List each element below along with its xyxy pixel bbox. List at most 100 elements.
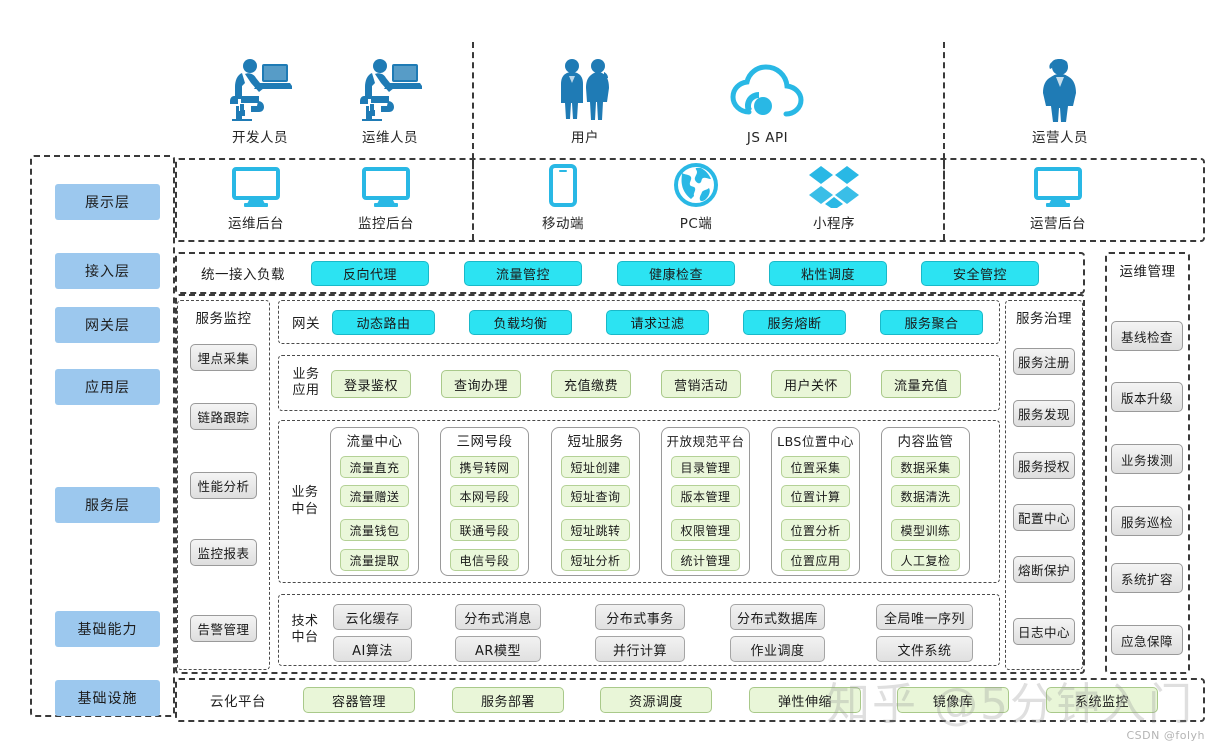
layer-chip-service: 服务层 xyxy=(55,487,160,523)
item-label: 业务拨测 xyxy=(1120,452,1173,468)
csdn-watermark: CSDN @folyh xyxy=(1126,729,1205,742)
ops-management-item[interactable]: 服务巡检 xyxy=(1111,506,1183,536)
cloud-platform-item-elastic-scaling[interactable]: 弹性伸缩 xyxy=(749,687,861,713)
cloud-platform-item-container[interactable]: 容器管理 xyxy=(303,687,415,713)
layer-chip-access: 接入层 xyxy=(55,253,160,289)
service-governance-item[interactable]: 服务发现 xyxy=(1013,400,1075,427)
actor-label: 用户 xyxy=(571,130,599,146)
cloud-platform-item-resource-schedule[interactable]: 资源调度 xyxy=(600,687,712,713)
service-governance-item[interactable]: 熔断保护 xyxy=(1013,556,1075,583)
cloud-platform-item-deploy[interactable]: 服务部署 xyxy=(452,687,564,713)
service-governance-item[interactable]: 日志中心 xyxy=(1013,618,1075,645)
presentation-item-label: 小程序 xyxy=(813,216,855,232)
access-layer-title-text: 统一接入负载 xyxy=(201,267,285,283)
ops-management-item[interactable]: 应急保障 xyxy=(1111,625,1183,655)
access-item-health-check[interactable]: 健康检查 xyxy=(617,261,735,286)
presentation-item-mobile[interactable]: 移动端 xyxy=(522,164,604,232)
ops-management-item[interactable]: 基线检查 xyxy=(1111,321,1183,351)
globe-icon xyxy=(673,162,719,208)
presentation-item-label: 运维后台 xyxy=(228,216,284,232)
access-item-label: 安全管控 xyxy=(952,268,1007,283)
access-item-reverse-proxy[interactable]: 反向代理 xyxy=(311,261,429,286)
cloud-api-icon xyxy=(729,64,807,126)
developer-at-desk-icon xyxy=(228,56,292,122)
item-label: 弹性伸缩 xyxy=(777,694,832,710)
service-governance-item[interactable]: 服务注册 xyxy=(1013,348,1075,375)
item-label: 日志中心 xyxy=(1017,625,1070,640)
service-governance-title: 服务治理 xyxy=(1005,306,1083,328)
monitor-icon xyxy=(361,166,411,208)
monitor-icon xyxy=(231,166,281,208)
presentation-item-pc[interactable]: PC端 xyxy=(655,163,737,232)
item-label: 服务注册 xyxy=(1017,355,1070,370)
access-item-security-control[interactable]: 安全管控 xyxy=(921,261,1039,286)
actor-user: 用户 xyxy=(540,48,630,146)
cloud-platform-title: 云化平台 xyxy=(188,678,288,722)
layer-label: 网关层 xyxy=(85,318,130,334)
presentation-item-label: 监控后台 xyxy=(358,216,414,232)
cloud-platform-item-system-monitor[interactable]: 系统监控 xyxy=(1046,687,1158,713)
two-people-icon xyxy=(555,56,615,122)
access-item-label: 反向代理 xyxy=(342,268,397,283)
actor-label: 运维人员 xyxy=(362,130,418,146)
access-item-sticky-scheduling[interactable]: 粘性调度 xyxy=(769,261,887,286)
item-label: 镜像库 xyxy=(932,694,974,710)
presentation-item-mini-program[interactable]: 小程序 xyxy=(793,166,875,232)
ops-management-item[interactable]: 业务拨测 xyxy=(1111,444,1183,474)
presentation-item-label: 移动端 xyxy=(542,216,584,232)
presentation-item-monitor-console[interactable]: 监控后台 xyxy=(345,166,427,232)
actor-label: 开发人员 xyxy=(232,130,288,146)
access-item-label: 粘性调度 xyxy=(800,268,855,283)
service-governance-item[interactable]: 服务授权 xyxy=(1013,452,1075,479)
presentation-divider-right xyxy=(943,160,945,240)
presentation-item-operations-console[interactable]: 运营后台 xyxy=(1017,166,1099,232)
item-label: 版本升级 xyxy=(1120,390,1173,406)
layer-label: 基础能力 xyxy=(77,622,138,638)
ops-management-title-text: 运维管理 xyxy=(1119,264,1176,280)
item-label: 应急保障 xyxy=(1120,633,1173,649)
architecture-diagram: 展示层 接入层 网关层 应用层 服务层 基础能力 基础设施 开发人员 运维人员 … xyxy=(0,0,1215,746)
item-label: 系统监控 xyxy=(1074,694,1129,710)
layer-chip-capability: 基础能力 xyxy=(55,611,160,647)
layer-chip-gateway: 网关层 xyxy=(55,307,160,343)
item-label: 服务发现 xyxy=(1017,407,1070,422)
layer-chip-application: 应用层 xyxy=(55,369,160,405)
businesswoman-icon xyxy=(1034,56,1086,122)
actor-operations-staff: 运营人员 xyxy=(1015,48,1105,146)
service-stack-frame xyxy=(175,294,1085,674)
access-item-traffic-control[interactable]: 流量管控 xyxy=(464,261,582,286)
item-label: 资源调度 xyxy=(628,694,683,710)
actor-label: 运营人员 xyxy=(1032,130,1088,146)
layer-label: 基础设施 xyxy=(77,691,138,707)
layer-label: 服务层 xyxy=(85,498,130,514)
mini-program-diamond-icon xyxy=(807,164,861,208)
ops-management-item[interactable]: 系统扩容 xyxy=(1111,563,1183,593)
item-label: 服务授权 xyxy=(1017,459,1070,474)
layer-chip-infrastructure: 基础设施 xyxy=(55,680,160,716)
item-label: 系统扩容 xyxy=(1120,571,1173,587)
monitor-icon xyxy=(1033,166,1083,208)
service-governance-title-text: 服务治理 xyxy=(1016,311,1072,327)
cloud-platform-item-image-repo[interactable]: 镜像库 xyxy=(897,687,1009,713)
presentation-item-label: 运营后台 xyxy=(1030,216,1086,232)
cloud-platform-title-text: 云化平台 xyxy=(210,694,266,710)
item-label: 容器管理 xyxy=(331,694,386,710)
actor-label: JS API xyxy=(746,130,789,146)
presentation-item-ops-console[interactable]: 运维后台 xyxy=(215,166,297,232)
smartphone-icon xyxy=(548,164,578,208)
presentation-divider-left xyxy=(472,160,474,240)
item-label: 基线检查 xyxy=(1120,329,1173,345)
actor-developer: 开发人员 xyxy=(215,48,305,146)
layer-label: 展示层 xyxy=(85,195,130,211)
item-label: 熔断保护 xyxy=(1017,563,1070,578)
ops-management-item[interactable]: 版本升级 xyxy=(1111,382,1183,412)
item-label: 服务部署 xyxy=(480,694,535,710)
item-label: 配置中心 xyxy=(1017,511,1070,526)
ops-management-title: 运维管理 xyxy=(1105,259,1190,281)
access-layer-title: 统一接入负载 xyxy=(188,252,298,294)
layer-label: 应用层 xyxy=(85,380,130,396)
actor-ops-staff: 运维人员 xyxy=(345,48,435,146)
service-governance-item[interactable]: 配置中心 xyxy=(1013,504,1075,531)
actor-js-api: JS API xyxy=(720,48,815,146)
access-item-label: 健康检查 xyxy=(648,268,703,283)
